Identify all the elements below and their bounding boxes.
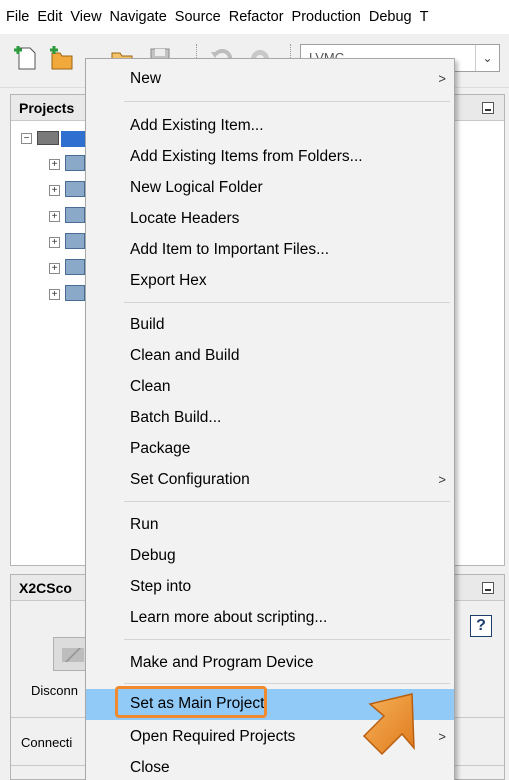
- project-context-menu: New > Add Existing Item... Add Existing …: [85, 58, 455, 780]
- expand-icon[interactable]: +: [49, 185, 60, 196]
- menu-item-run[interactable]: Run: [86, 510, 454, 541]
- menu-item-label: Build: [130, 316, 165, 333]
- submenu-arrow-icon: >: [438, 472, 446, 487]
- menu-item-export-hex[interactable]: Export Hex: [86, 266, 454, 297]
- menu-item-add-existing-items-from-folders[interactable]: Add Existing Items from Folders...: [86, 142, 454, 173]
- menu-item-package[interactable]: Package: [86, 434, 454, 465]
- pointer-arrow-icon: [362, 693, 415, 756]
- menu-source[interactable]: Source: [175, 9, 221, 25]
- folder-icon: [65, 259, 85, 275]
- menu-item-label: Step into: [130, 578, 192, 595]
- menu-item-label: Debug: [130, 547, 176, 564]
- menu-file[interactable]: File: [6, 9, 29, 25]
- menu-item-label: Open Required Projects: [130, 728, 296, 745]
- menu-separator: [124, 501, 450, 502]
- menu-item-clean-and-build[interactable]: Clean and Build: [86, 341, 454, 372]
- menu-debug[interactable]: Debug: [369, 9, 412, 25]
- menu-item-label: Clean: [130, 378, 171, 395]
- highlight-annotation-box: [115, 686, 267, 718]
- menu-item-label: Locate Headers: [130, 210, 240, 227]
- projects-panel-title: Projects: [19, 100, 75, 116]
- x2cscope-panel-title: X2CSco: [19, 580, 72, 596]
- new-project-icon[interactable]: [48, 44, 76, 72]
- menu-navigate[interactable]: Navigate: [110, 9, 167, 25]
- menu-item-label: Package: [130, 440, 191, 457]
- connection-status-label: Disconn: [31, 683, 78, 698]
- menu-item-step-into[interactable]: Step into: [86, 572, 454, 603]
- expand-icon[interactable]: +: [49, 159, 60, 170]
- folder-icon: [65, 285, 85, 301]
- menu-item-label: Clean and Build: [130, 347, 240, 364]
- menu-item-add-existing-item[interactable]: Add Existing Item...: [86, 111, 454, 142]
- folder-icon: [65, 233, 85, 249]
- submenu-arrow-icon: >: [438, 71, 446, 86]
- expand-icon[interactable]: +: [49, 263, 60, 274]
- menu-item-label: Export Hex: [130, 272, 207, 289]
- menu-item-label: Add Item to Important Files...: [130, 241, 329, 258]
- folder-icon: [65, 155, 85, 171]
- menu-item-label: New Logical Folder: [130, 179, 263, 196]
- folder-icon: [65, 181, 85, 197]
- expand-icon[interactable]: +: [49, 211, 60, 222]
- menu-tools[interactable]: T: [420, 9, 429, 25]
- folder-icon: [65, 207, 85, 223]
- menu-separator: [124, 639, 450, 640]
- menu-bar: File Edit View Navigate Source Refactor …: [0, 0, 509, 34]
- menu-item-label: Run: [130, 516, 159, 533]
- chip-project-icon: [37, 131, 59, 145]
- menu-item-label: Learn more about scripting...: [130, 609, 328, 626]
- menu-item-new-logical-folder[interactable]: New Logical Folder: [86, 173, 454, 204]
- minimize-icon[interactable]: [482, 102, 494, 114]
- menu-item-new[interactable]: New >: [86, 64, 454, 95]
- help-icon[interactable]: ?: [470, 615, 492, 637]
- menu-refactor[interactable]: Refactor: [229, 9, 284, 25]
- menu-item-label: Make and Program Device: [130, 654, 314, 671]
- menu-production[interactable]: Production: [292, 9, 361, 25]
- menu-item-learn-more-about-scripting[interactable]: Learn more about scripting...: [86, 603, 454, 634]
- menu-separator: [124, 302, 450, 303]
- menu-item-add-item-to-important-files[interactable]: Add Item to Important Files...: [86, 235, 454, 266]
- new-file-icon[interactable]: [12, 44, 40, 72]
- menu-item-label: Close: [130, 759, 170, 776]
- menu-item-locate-headers[interactable]: Locate Headers: [86, 204, 454, 235]
- expand-icon[interactable]: +: [49, 237, 60, 248]
- minimize-icon[interactable]: [482, 582, 494, 594]
- menu-item-batch-build[interactable]: Batch Build...: [86, 403, 454, 434]
- menu-item-label: New: [130, 70, 162, 87]
- menu-item-make-and-program-device[interactable]: Make and Program Device: [86, 648, 454, 679]
- expand-icon[interactable]: +: [49, 289, 60, 300]
- collapse-icon[interactable]: −: [21, 133, 32, 144]
- menu-item-label: Set Configuration: [130, 471, 250, 488]
- menu-view[interactable]: View: [70, 9, 101, 25]
- menu-item-clean[interactable]: Clean: [86, 372, 454, 403]
- menu-item-set-configuration[interactable]: Set Configuration >: [86, 465, 454, 496]
- menu-separator: [124, 101, 450, 102]
- chevron-down-icon[interactable]: ⌄: [475, 45, 499, 71]
- menu-edit[interactable]: Edit: [37, 9, 62, 25]
- menu-item-label: Add Existing Item...: [130, 117, 264, 134]
- menu-item-label: Add Existing Items from Folders...: [130, 148, 363, 165]
- menu-item-build[interactable]: Build: [86, 310, 454, 341]
- tab-connection[interactable]: Connecti: [21, 735, 72, 750]
- menu-item-debug[interactable]: Debug: [86, 541, 454, 572]
- menu-item-label: Batch Build...: [130, 409, 222, 426]
